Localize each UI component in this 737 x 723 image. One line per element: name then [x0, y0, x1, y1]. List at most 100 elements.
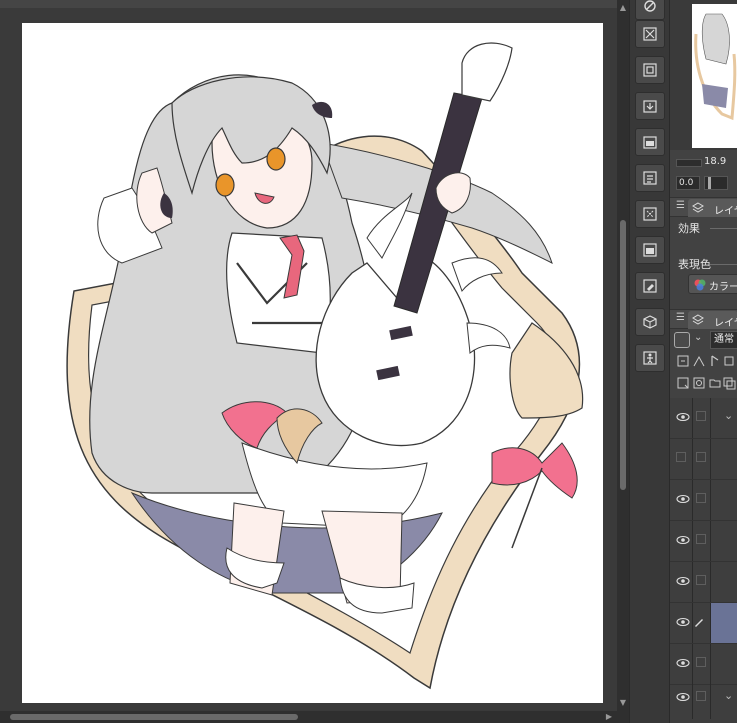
panel-menu-icon[interactable]: ☰	[676, 200, 685, 211]
new-folder-icon[interactable]	[708, 376, 722, 390]
eye-icon[interactable]	[676, 574, 690, 588]
chevron-down-icon[interactable]: ⌄	[694, 332, 702, 343]
layer-row[interactable]	[670, 439, 737, 480]
pen-icon	[695, 619, 703, 627]
ruler-icon[interactable]	[722, 354, 736, 368]
navigator-preview[interactable]	[692, 4, 737, 148]
scroll-corner	[617, 711, 629, 723]
layer-lock-checkbox[interactable]	[696, 452, 706, 462]
layer-lock-checkbox[interactable]	[696, 657, 706, 667]
scroll-right-arrow-icon[interactable]: ▶	[603, 711, 615, 723]
folder-chevron-icon[interactable]: ⌄	[724, 689, 733, 702]
layer-list: ⌄ ⌄	[670, 398, 737, 723]
zoom-slider[interactable]	[676, 159, 702, 167]
figure-icon	[643, 351, 657, 365]
clear-selection-icon	[643, 27, 657, 41]
eye-icon[interactable]	[676, 615, 690, 629]
layer-column-divider	[692, 562, 693, 603]
eye-icon[interactable]	[676, 410, 690, 424]
blend-mode-select[interactable]: 通常	[710, 331, 737, 349]
navigator-preview-image	[692, 4, 737, 148]
rotation-row: 0.0	[674, 174, 737, 192]
layer-panel-menu-icon[interactable]: ☰	[676, 312, 685, 323]
color-mode-label: カラー	[709, 282, 737, 293]
layer-button[interactable]	[635, 128, 665, 156]
layer-panel-tab-label: レイヤ	[714, 318, 737, 329]
3d-icon	[643, 315, 657, 329]
scroll-up-arrow-icon[interactable]: ▲	[617, 2, 629, 14]
scroll-down-arrow-icon[interactable]: ▼	[617, 697, 629, 709]
layer-row[interactable]: ⌄	[670, 398, 737, 439]
new-raster-layer-icon[interactable]	[676, 376, 690, 390]
eye-icon[interactable]	[676, 656, 690, 670]
layer-lock-checkbox[interactable]	[696, 411, 706, 421]
folder-chevron-icon[interactable]: ⌄	[724, 409, 733, 422]
clear-selection-button[interactable]	[635, 20, 665, 48]
color-mode-button[interactable]: カラー	[688, 274, 737, 294]
artwork-canvas[interactable]	[22, 23, 603, 703]
rotation-slider-knob[interactable]	[708, 177, 711, 189]
rotation-value[interactable]: 0.0	[676, 176, 700, 190]
expression-color-label: 表現色	[678, 258, 711, 271]
effect-divider	[710, 228, 737, 229]
layer-color-square[interactable]	[674, 332, 690, 348]
eye-left	[215, 173, 235, 197]
effect-label: 効果	[678, 222, 700, 235]
transform-button[interactable]	[635, 200, 665, 228]
hidden-eye-box[interactable]	[676, 452, 686, 462]
layer-lock-checkbox[interactable]	[696, 575, 706, 585]
navigator-panel	[670, 0, 737, 150]
eye-icon[interactable]	[676, 690, 690, 704]
import-button[interactable]	[635, 92, 665, 120]
horizontal-scroll-thumb[interactable]	[10, 714, 298, 720]
layer-row[interactable]	[670, 480, 737, 521]
canvas-area[interactable]	[0, 0, 617, 711]
blend-mode-row: ⌄ 通常	[670, 330, 737, 350]
copy-layer-icon[interactable]	[722, 376, 736, 390]
list-button[interactable]	[635, 164, 665, 192]
3d-button[interactable]	[635, 308, 665, 336]
layer-column-divider	[710, 603, 711, 644]
layer-panel-tab[interactable]: レイヤ	[688, 311, 737, 329]
layer-lock-checkbox[interactable]	[696, 493, 706, 503]
mask-icon[interactable]	[708, 354, 722, 368]
layer-property-tab[interactable]: レイヤ	[688, 199, 737, 217]
layer-column-divider	[692, 439, 693, 480]
reference-icon[interactable]	[676, 354, 690, 368]
new-vector-layer-icon[interactable]	[692, 376, 706, 390]
eye-icon[interactable]	[676, 533, 690, 547]
edit-button[interactable]	[635, 272, 665, 300]
canvas-top-strip	[0, 0, 617, 8]
fill-button[interactable]	[635, 236, 665, 264]
figure-button[interactable]	[635, 344, 665, 372]
vertical-scrollbar[interactable]: ▲ ▼	[617, 0, 629, 711]
vertical-scroll-thumb[interactable]	[620, 220, 626, 490]
layer-row-selected[interactable]	[670, 603, 737, 644]
selected-layer-highlight	[711, 603, 737, 644]
crop-icon	[643, 63, 657, 77]
delete-button[interactable]	[635, 0, 665, 20]
layer-lock-checkbox[interactable]	[696, 691, 706, 701]
crop-button[interactable]	[635, 56, 665, 84]
layer-column-divider	[692, 398, 693, 439]
rotation-slider[interactable]	[704, 176, 728, 190]
layer-lock-checkbox[interactable]	[696, 534, 706, 544]
fill-icon	[643, 243, 657, 257]
layer-property-tab-label: レイヤ	[714, 206, 737, 217]
expression-color-divider	[710, 264, 737, 265]
illustration	[66, 42, 584, 690]
right-panel: 18.9 0.0 ☰ レイヤ 効果 表現色 カラー	[669, 0, 737, 723]
layer-icon	[643, 136, 657, 149]
layer-row[interactable]: ⌄	[670, 678, 737, 719]
layers-icon	[692, 314, 704, 325]
eye-icon[interactable]	[676, 492, 690, 506]
zoom-value[interactable]: 18.9	[704, 156, 726, 167]
layer-row[interactable]	[670, 562, 737, 603]
layer-row[interactable]	[670, 521, 737, 562]
layer-column-divider	[710, 678, 711, 719]
transform-icon	[643, 207, 657, 221]
extract-line-icon[interactable]	[692, 354, 706, 368]
horizontal-scrollbar[interactable]: ▶	[0, 711, 617, 723]
app-window: ▲ ▼ ▶ 18.9 0.0 ☰ レイ 効果 表現色 カラー ☰ レイ ⌄ 通常…	[0, 0, 737, 723]
layer-column-divider	[692, 678, 693, 719]
